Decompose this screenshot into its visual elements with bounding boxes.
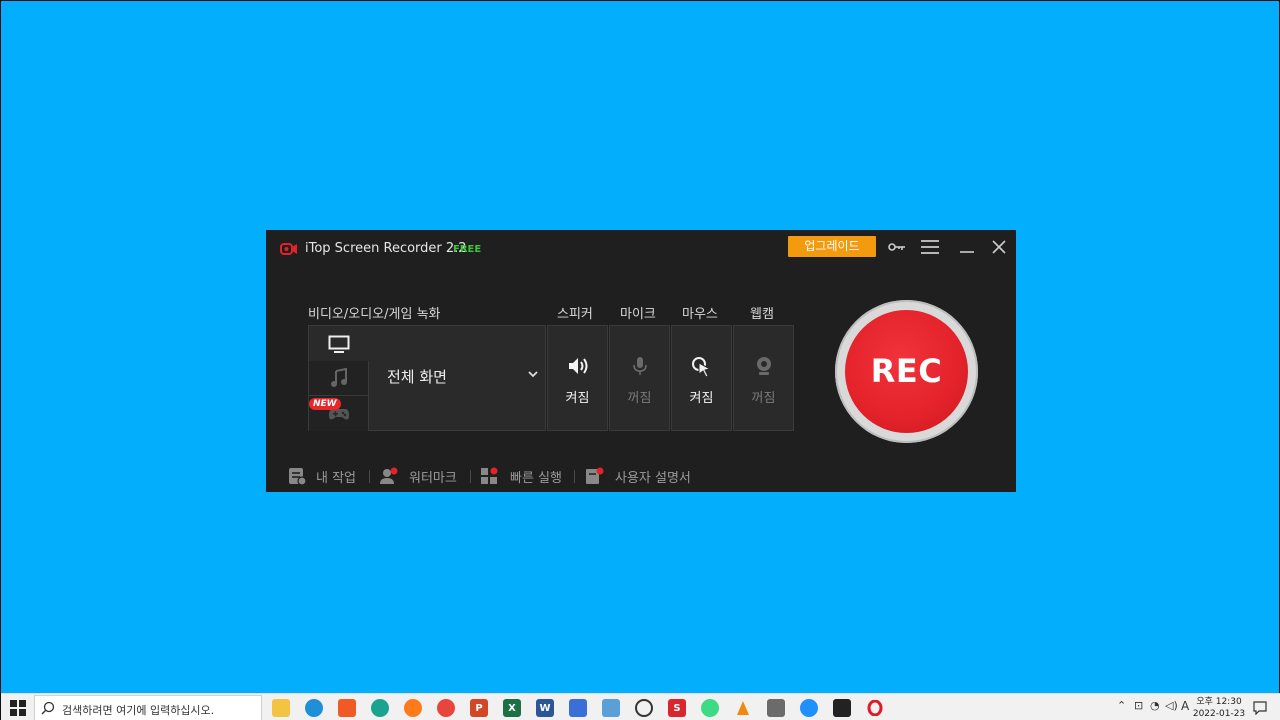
chrome-icon[interactable] xyxy=(800,699,818,717)
calculator-icon[interactable] xyxy=(767,699,785,717)
powerpoint-icon[interactable]: P xyxy=(470,699,488,717)
watermark-icon xyxy=(380,467,398,484)
divider xyxy=(369,470,370,483)
search-app-icon[interactable] xyxy=(635,699,653,717)
key-icon[interactable] xyxy=(887,237,907,257)
android-icon[interactable] xyxy=(701,699,719,717)
excel-icon[interactable]: X xyxy=(503,699,521,717)
search-placeholder: 검색하려면 여기에 입력하십시오. xyxy=(62,704,215,717)
divider xyxy=(470,470,471,483)
app-icon[interactable] xyxy=(371,699,389,717)
edition-badge: FREE xyxy=(453,244,482,255)
webcam-label: 웹캠 xyxy=(750,307,774,322)
tab-screen[interactable] xyxy=(309,326,369,361)
ime-indicator[interactable]: A xyxy=(1181,699,1189,713)
user-guide-label: 사용자 설명서 xyxy=(615,470,691,486)
tab-game[interactable]: NEW xyxy=(309,396,369,431)
clock-date: 2022-01-23 xyxy=(1192,709,1246,719)
mouse-label: 마우스 xyxy=(682,307,718,322)
webcam-state: 꺼짐 xyxy=(751,391,776,406)
book-icon xyxy=(586,467,604,484)
speaker-label: 스피커 xyxy=(557,307,593,322)
firefox-icon[interactable] xyxy=(404,699,422,717)
itop-window: iTop Screen Recorder 2.2 FREE 업그레이드 비디오/… xyxy=(266,230,1016,492)
webcam-toggle[interactable]: 꺼짐 xyxy=(733,325,794,431)
wifi-icon[interactable]: ◔ xyxy=(1150,699,1160,712)
speaker-state: 켜짐 xyxy=(565,391,590,406)
recording-mode-panel: NEW 전체 화면 xyxy=(308,325,546,431)
monitor-icon xyxy=(328,335,349,353)
quick-launch-icon xyxy=(481,467,498,484)
upgrade-button[interactable]: 업그레이드 xyxy=(788,236,876,257)
app-icon[interactable] xyxy=(569,699,587,717)
list-icon xyxy=(289,468,306,485)
notes-icon[interactable] xyxy=(833,699,851,717)
search-icon xyxy=(41,701,55,715)
new-badge: NEW xyxy=(309,398,341,410)
chevron-down-icon[interactable] xyxy=(527,370,539,378)
title-bar[interactable]: iTop Screen Recorder 2.2 FREE 업그레이드 xyxy=(266,230,1016,266)
record-button[interactable]: REC xyxy=(845,310,968,433)
app-icon[interactable] xyxy=(602,699,620,717)
divider xyxy=(574,470,575,483)
camera-logo-icon xyxy=(280,243,297,255)
network-icon[interactable]: ⊡ xyxy=(1134,699,1143,712)
quick-launch-label: 빠른 실행 xyxy=(510,470,562,486)
microphone-label: 마이크 xyxy=(620,307,656,322)
chevron-up-icon[interactable]: ⌃ xyxy=(1117,699,1126,712)
app-icon[interactable]: S xyxy=(668,699,686,717)
mouse-state: 켜짐 xyxy=(689,391,714,406)
quick-launch-link[interactable]: 빠른 실행 xyxy=(480,466,562,486)
volume-icon[interactable]: ◁) xyxy=(1165,699,1178,712)
menu-icon[interactable] xyxy=(920,237,940,257)
tab-audio[interactable] xyxy=(309,361,369,396)
taskbar-search[interactable]: 검색하려면 여기에 입력하십시오. xyxy=(34,695,262,720)
microphone-icon xyxy=(632,357,647,375)
mode-section-label: 비디오/오디오/게임 녹화 xyxy=(308,307,441,322)
close-icon[interactable] xyxy=(989,237,1009,257)
minimize-icon[interactable] xyxy=(957,237,977,257)
webcam-icon xyxy=(756,357,771,375)
microphone-toggle[interactable]: 꺼짐 xyxy=(609,325,670,431)
word-icon[interactable]: W xyxy=(536,699,554,717)
watermark-label: 워터마크 xyxy=(409,470,457,486)
clock-time: 오후 12:30 xyxy=(1196,697,1242,707)
chrome-icon[interactable] xyxy=(437,699,455,717)
my-work-link[interactable]: 내 작업 xyxy=(288,466,356,486)
windows-taskbar: 검색하려면 여기에 입력하십시오. P X W S ⌃ ⊡ ◔ ◁) A 오후 … xyxy=(1,693,1280,720)
speaker-icon xyxy=(568,358,587,374)
capture-area-value[interactable]: 전체 화면 xyxy=(387,366,447,387)
mouse-click-icon xyxy=(691,357,711,378)
watermark-link[interactable]: 워터마크 xyxy=(379,466,457,486)
mouse-toggle[interactable]: 켜짐 xyxy=(671,325,732,431)
user-guide-link[interactable]: 사용자 설명서 xyxy=(585,466,691,486)
opera-icon[interactable] xyxy=(866,699,884,717)
microphone-state: 꺼짐 xyxy=(627,391,652,406)
music-note-icon xyxy=(330,368,347,387)
clock[interactable]: 오후 12:30 2022-01-23 xyxy=(1191,696,1247,720)
file-explorer-icon[interactable] xyxy=(272,699,290,717)
edge-icon[interactable] xyxy=(305,699,323,717)
vlc-icon[interactable] xyxy=(734,699,752,717)
windows-start-icon[interactable] xyxy=(10,700,26,716)
notification-icon[interactable] xyxy=(1253,701,1267,715)
app-title: iTop Screen Recorder 2.2 xyxy=(305,241,467,256)
my-work-label: 내 작업 xyxy=(316,470,357,486)
brave-icon[interactable] xyxy=(338,699,356,717)
speaker-toggle[interactable]: 켜짐 xyxy=(547,325,608,431)
